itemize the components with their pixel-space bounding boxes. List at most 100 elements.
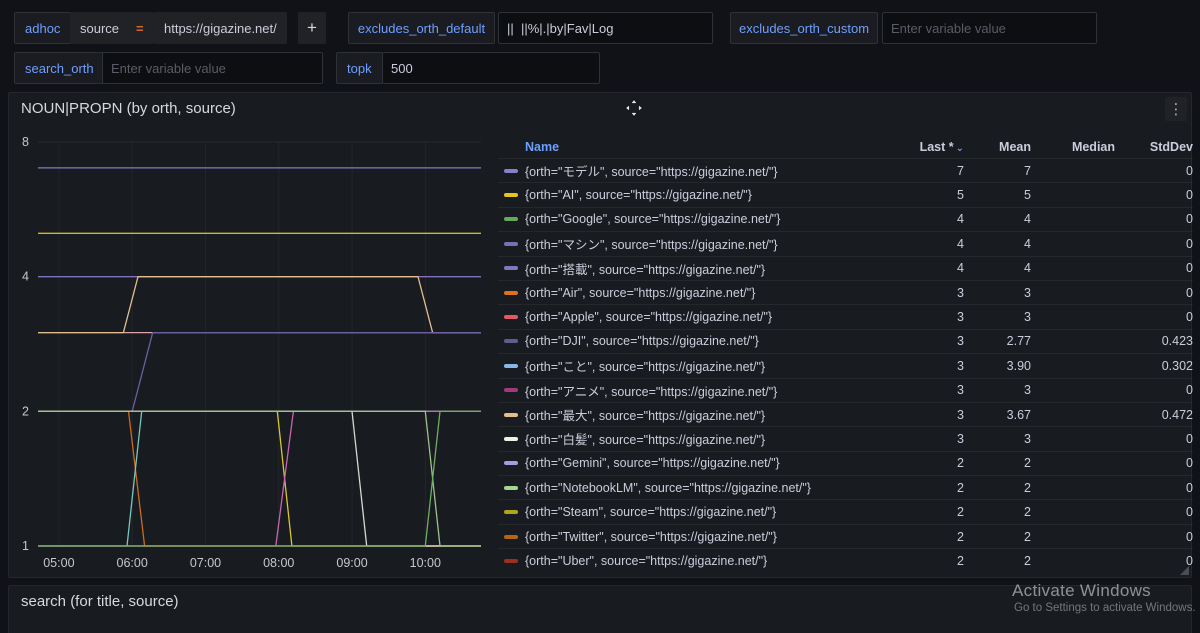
legend-row[interactable]: {orth="Twitter", source="https://gigazin… [498,524,1193,548]
search-orth-label: search_orth [14,52,105,84]
legend-col-last[interactable]: Last *⌄ [904,140,964,154]
series-mean: 3.90 [964,359,1031,373]
series-mean: 5 [964,188,1031,202]
legend-row[interactable]: {orth="Uber", source="https://gigazine.n… [498,548,1193,571]
series-name[interactable]: {orth="Apple", source="https://gigazine.… [525,310,904,324]
legend-col-median[interactable]: Median [1031,140,1115,154]
series-last: 3 [904,408,964,422]
legend-row[interactable]: {orth="こと", source="https://gigazine.net… [498,353,1193,377]
svg-text:8: 8 [22,135,29,149]
legend-col-stddev[interactable]: StdDev [1115,140,1193,154]
legend-row[interactable]: {orth="Steam", source="https://gigazine.… [498,499,1193,523]
series-stddev: 0 [1115,212,1193,226]
series-mean: 2 [964,530,1031,544]
legend-header: Name Last *⌄ Mean Median StdDev [498,135,1193,158]
series-stddev: 0 [1115,432,1193,446]
series-name[interactable]: {orth="こと", source="https://gigazine.net… [525,356,904,375]
adhoc-filter-operator[interactable]: = [126,12,154,44]
legend-row[interactable]: {orth="モデル", source="https://gigazine.ne… [498,158,1193,182]
series-color-swatch [504,437,518,441]
series-mean: 2.77 [964,334,1031,348]
legend-row[interactable]: {orth="白髪", source="https://gigazine.net… [498,426,1193,450]
series-name[interactable]: {orth="Gemini", source="https://gigazine… [525,456,904,470]
series-stddev: 0 [1115,505,1193,519]
excludes-orth-custom-input[interactable] [882,12,1097,44]
series-stddev: 0 [1115,481,1193,495]
series-name[interactable]: {orth="マシン", source="https://gigazine.ne… [525,234,904,253]
timeseries-svg[interactable]: 05:0006:0007:0008:0009:0010:008421 [9,133,501,573]
topk-input[interactable] [382,52,600,84]
adhoc-filter-key[interactable]: source [70,12,129,44]
series-mean: 2 [964,481,1031,495]
search-orth-input[interactable] [102,52,323,84]
series-last: 7 [904,164,964,178]
plus-icon: + [307,18,317,38]
timeseries-panel: NOUN|PROPN (by orth, source) ⋮ 05:0006:0… [8,92,1192,578]
legend-row[interactable]: {orth="Apple", source="https://gigazine.… [498,304,1193,328]
series-stddev: 0 [1115,456,1193,470]
series-mean: 3 [964,286,1031,300]
panel-title[interactable]: NOUN|PROPN (by orth, source) [21,100,236,117]
legend-row[interactable]: {orth="NotebookLM", source="https://giga… [498,475,1193,499]
legend-row[interactable]: {orth="Google", source="https://gigazine… [498,207,1193,231]
panel-resize-handle[interactable] [1180,566,1189,575]
search-panel-title[interactable]: search (for title, source) [21,593,179,610]
svg-text:10:00: 10:00 [410,556,441,570]
series-last: 3 [904,383,964,397]
series-name[interactable]: {orth="白髪", source="https://gigazine.net… [525,429,904,448]
legend-row[interactable]: {orth="最大", source="https://gigazine.net… [498,402,1193,426]
series-mean: 3 [964,432,1031,446]
adhoc-filter-value[interactable]: https://gigazine.net/ [154,12,287,44]
series-stddev: 0 [1115,188,1193,202]
series-name[interactable]: {orth="アニメ", source="https://gigazine.ne… [525,381,904,400]
series-name[interactable]: {orth="DJI", source="https://gigazine.ne… [525,334,904,348]
series-mean: 4 [964,237,1031,251]
series-name[interactable]: {orth="Twitter", source="https://gigazin… [525,530,904,544]
kebab-icon: ⋮ [1169,100,1184,118]
svg-text:1: 1 [22,539,29,553]
series-last: 4 [904,212,964,226]
series-color-swatch [504,364,518,368]
series-name[interactable]: {orth="モデル", source="https://gigazine.ne… [525,161,904,180]
legend-col-mean[interactable]: Mean [964,140,1031,154]
adhoc-filter-label: adhoc [14,12,71,44]
legend-row[interactable]: {orth="アニメ", source="https://gigazine.ne… [498,378,1193,402]
excludes-orth-default-input[interactable] [498,12,713,44]
series-stddev: 0.472 [1115,408,1193,422]
series-mean: 2 [964,456,1031,470]
legend-row[interactable]: {orth="搭載", source="https://gigazine.net… [498,256,1193,280]
panel-menu-button[interactable]: ⋮ [1165,97,1187,121]
series-stddev: 0 [1115,164,1193,178]
adhoc-filter-value-text: https://gigazine.net/ [164,21,277,36]
legend-row[interactable]: {orth="Gemini", source="https://gigazine… [498,451,1193,475]
adhoc-filter-key-text: source [80,21,119,36]
legend-row[interactable]: {orth="DJI", source="https://gigazine.ne… [498,329,1193,353]
legend-row[interactable]: {orth="Air", source="https://gigazine.ne… [498,280,1193,304]
series-name[interactable]: {orth="Uber", source="https://gigazine.n… [525,554,904,568]
series-color-swatch [504,193,518,197]
dashboard: adhoc source = https://gigazine.net/ + e… [0,0,1200,633]
legend-row[interactable]: {orth="マシン", source="https://gigazine.ne… [498,231,1193,255]
series-name[interactable]: {orth="AI", source="https://gigazine.net… [525,188,904,202]
series-name[interactable]: {orth="NotebookLM", source="https://giga… [525,481,904,495]
series-name[interactable]: {orth="Air", source="https://gigazine.ne… [525,286,904,300]
series-color-swatch [504,339,518,343]
series-last: 2 [904,530,964,544]
excludes-orth-custom-label-text: excludes_orth_custom [739,21,869,36]
activate-windows-watermark: Activate Windows [1012,581,1151,601]
legend-col-name[interactable]: Name [498,140,904,154]
add-filter-button[interactable]: + [298,12,326,44]
series-name[interactable]: {orth="最大", source="https://gigazine.net… [525,405,904,424]
svg-text:2: 2 [22,404,29,418]
svg-text:05:00: 05:00 [43,556,74,570]
series-name[interactable]: {orth="Steam", source="https://gigazine.… [525,505,904,519]
legend-row[interactable]: {orth="AI", source="https://gigazine.net… [498,182,1193,206]
series-color-swatch [504,388,518,392]
series-color-swatch [504,291,518,295]
series-stddev: 0 [1115,237,1193,251]
series-color-swatch [504,266,518,270]
series-name[interactable]: {orth="Google", source="https://gigazine… [525,212,904,226]
series-last: 3 [904,310,964,324]
series-name[interactable]: {orth="搭載", source="https://gigazine.net… [525,259,904,278]
series-mean: 2 [964,505,1031,519]
